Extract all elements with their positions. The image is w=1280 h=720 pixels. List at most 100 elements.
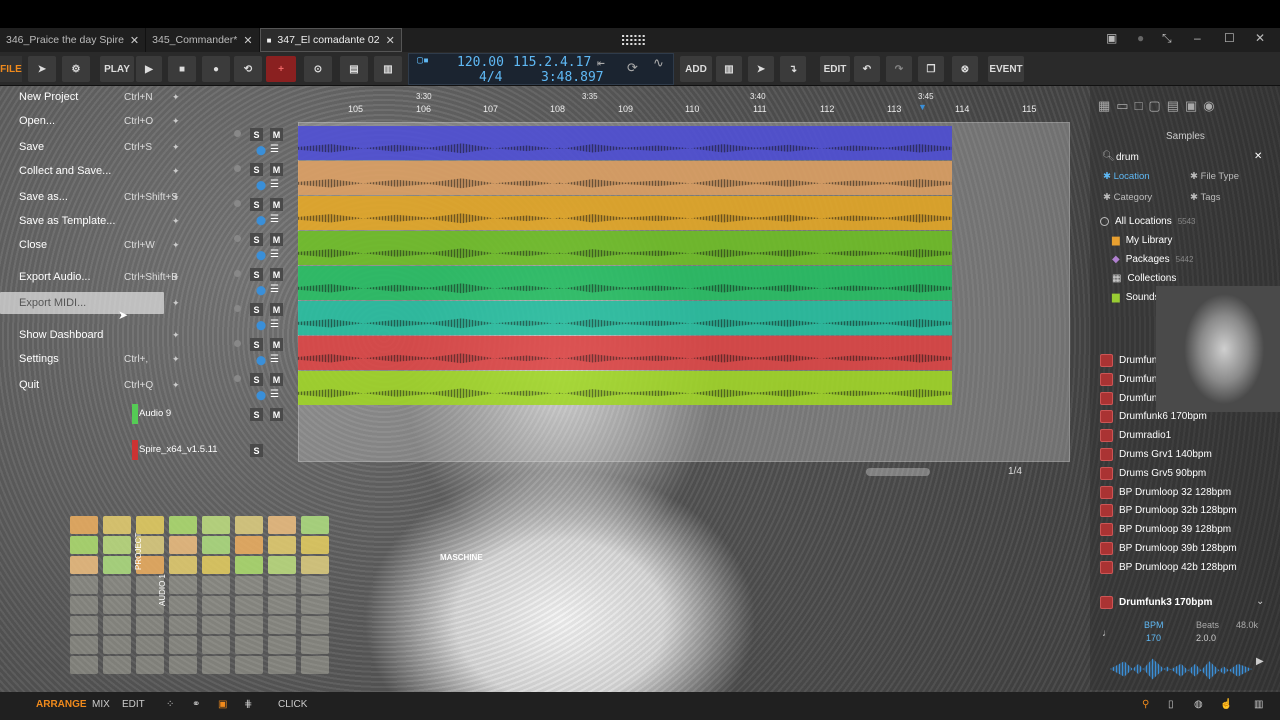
solo-button[interactable]: S xyxy=(250,444,263,457)
track-header[interactable]: S M ⬤ ☰ xyxy=(190,371,298,405)
pin-icon[interactable]: ✦ xyxy=(172,354,180,365)
groove-icon[interactable]: ▤ xyxy=(340,56,368,82)
audio-clip[interactable] xyxy=(298,336,952,370)
project-tab[interactable]: 345_Commander* ✕ xyxy=(146,28,260,52)
track-header[interactable]: S M ⬤ ☰ xyxy=(190,161,298,195)
clear-search-icon[interactable]: ✕ xyxy=(1254,151,1262,162)
file-menu-button[interactable]: FILE xyxy=(0,56,22,82)
monitor-icon[interactable]: ⬤ xyxy=(256,215,266,226)
monitor-icon[interactable]: ⬤ xyxy=(256,320,266,331)
result-item[interactable]: Drumfunk xyxy=(1100,391,1162,405)
mute-button[interactable]: M xyxy=(270,233,283,246)
track-menu-icon[interactable]: ☰ xyxy=(270,179,279,190)
fill-icon[interactable]: ▥ xyxy=(374,56,402,82)
result-item[interactable]: Drumfunk xyxy=(1100,372,1162,386)
record-arm-icon[interactable] xyxy=(234,235,241,242)
link-icon[interactable]: ⚭ xyxy=(192,699,200,710)
play-preview-icon[interactable]: ▶ xyxy=(1256,656,1264,667)
grid-menu-icon[interactable]: ⠿⠿⠿ xyxy=(620,33,647,50)
playhead-icon[interactable]: ▼ xyxy=(918,102,927,112)
track-name[interactable]: Audio 9 xyxy=(139,408,171,419)
track-header[interactable]: S M ⬤ ☰ xyxy=(190,301,298,335)
solo-button[interactable]: S xyxy=(250,128,263,141)
menu-item[interactable]: Save Ctrl+S ✦ xyxy=(0,136,188,158)
record-button[interactable]: ● xyxy=(202,56,230,82)
pin-icon[interactable]: ✦ xyxy=(172,380,180,391)
result-item[interactable]: BP Drumloop 42b 128bpm xyxy=(1100,560,1237,574)
tempo-value[interactable]: 120.00 xyxy=(457,55,504,70)
monitor-icon[interactable]: ⬤ xyxy=(256,390,266,401)
audio-clip[interactable] xyxy=(298,266,952,300)
search-input[interactable]: drum xyxy=(1116,152,1139,163)
audio-clip[interactable] xyxy=(298,371,952,405)
track-header[interactable]: S M ⬤ ☰ xyxy=(190,126,298,160)
curve-icon[interactable]: ∿ xyxy=(653,56,664,71)
solo-button[interactable]: S xyxy=(250,408,263,421)
close-window-icon[interactable]: ✕ xyxy=(1255,31,1265,45)
close-icon[interactable]: ✕ xyxy=(386,34,395,47)
hand-icon[interactable]: ☝ xyxy=(1220,699,1232,710)
solo-button[interactable]: S xyxy=(250,338,263,351)
track-name[interactable]: Spire_x64_v1.5.11 xyxy=(139,444,218,455)
result-item[interactable]: BP Drumloop 32b 128bpm xyxy=(1100,504,1237,518)
menu-item[interactable]: Close Ctrl+W ✦ xyxy=(0,234,188,256)
menu-item[interactable]: Save as... Ctrl+Shift+S ✦ xyxy=(0,186,188,208)
filter-location[interactable]: ✱ Location xyxy=(1103,171,1150,182)
arrange-tab[interactable]: ARRANGE xyxy=(36,699,87,710)
undo-icon[interactable]: ↶ xyxy=(854,56,880,82)
record-arm-icon[interactable] xyxy=(234,305,241,312)
loop-icon[interactable]: ⟳ xyxy=(627,61,638,76)
record-arm-icon[interactable] xyxy=(234,130,241,137)
track-menu-icon[interactable]: ☰ xyxy=(270,214,279,225)
result-item[interactable]: Drums Grv1 140bpm xyxy=(1100,448,1212,461)
monitor-icon[interactable]: ⬤ xyxy=(256,250,266,261)
mute-button[interactable]: M xyxy=(270,163,283,176)
redo-icon[interactable]: ↷ xyxy=(886,56,912,82)
pin-icon[interactable]: ✦ xyxy=(172,272,180,283)
pin-icon[interactable]: ✦ xyxy=(172,330,180,341)
monitor-icon[interactable]: ⬤ xyxy=(256,145,266,156)
solo-button[interactable]: S xyxy=(250,373,263,386)
result-item[interactable]: Drums Grv5 90bpm xyxy=(1100,466,1206,480)
track-menu-icon[interactable]: ☰ xyxy=(270,354,279,365)
record-arm-icon[interactable] xyxy=(234,200,241,207)
track-header[interactable]: S M ⬤ ☰ xyxy=(190,196,298,230)
metronome-icon[interactable]: ▢▪ xyxy=(417,55,429,66)
overdub-icon[interactable]: ⊙ xyxy=(304,56,332,82)
time-signature[interactable]: 4/4 xyxy=(479,70,502,85)
audio-clip[interactable] xyxy=(298,126,952,160)
zoom-level[interactable]: 1/4 xyxy=(1008,466,1022,477)
pin-icon[interactable]: ✦ xyxy=(172,142,180,153)
bpm-value[interactable]: 170 xyxy=(1146,633,1161,643)
pointer-tool-icon[interactable]: ➤ xyxy=(28,56,56,82)
menu-item[interactable]: Show Dashboard ✦ xyxy=(0,324,188,346)
mute-button[interactable]: M xyxy=(270,268,283,281)
filter-file-type[interactable]: ✱ File Type xyxy=(1190,171,1239,182)
track-menu-icon[interactable]: ☰ xyxy=(270,319,279,330)
menu-item[interactable]: Save as Template... ✦ xyxy=(0,210,188,232)
mute-button[interactable]: M xyxy=(270,128,283,141)
result-item[interactable]: Drumfunk6 170bpm xyxy=(1100,410,1207,424)
result-item[interactable]: BP Drumloop 39 128bpm xyxy=(1100,523,1231,537)
arm-record-button[interactable]: + xyxy=(266,56,296,82)
horizontal-scrollbar[interactable] xyxy=(866,468,930,476)
arrow-icon[interactable]: ➤ xyxy=(748,56,774,82)
track-header[interactable]: S M ⬤ ☰ xyxy=(190,336,298,370)
click-label[interactable]: CLICK xyxy=(278,699,307,710)
result-item[interactable]: Drumradio1 xyxy=(1100,429,1171,443)
pin-icon[interactable]: ✦ xyxy=(172,166,180,177)
selected-result[interactable]: Drumfunk3 170bpm xyxy=(1100,596,1212,609)
close-icon[interactable]: ✕ xyxy=(243,34,252,47)
location-item[interactable]: ▦ Collections xyxy=(1112,273,1176,284)
chevron-down-icon[interactable]: ⌄ xyxy=(1256,596,1264,607)
browser-tabs-icons[interactable]: ▦▭□▢▤▣◉ xyxy=(1098,98,1221,114)
search-icon[interactable]: ⚲ xyxy=(1142,699,1149,710)
menu-item[interactable]: Quit Ctrl+Q ✦ xyxy=(0,374,188,396)
solo-button[interactable]: S xyxy=(250,303,263,316)
mute-button[interactable]: M xyxy=(270,408,283,421)
pin-icon[interactable]: ✦ xyxy=(172,116,180,127)
window-layout-icon[interactable]: ▣ xyxy=(1106,31,1117,45)
mute-button[interactable]: M xyxy=(270,198,283,211)
file-icon[interactable]: ▯ xyxy=(1168,699,1174,710)
monitor-icon[interactable]: ⬤ xyxy=(256,180,266,191)
